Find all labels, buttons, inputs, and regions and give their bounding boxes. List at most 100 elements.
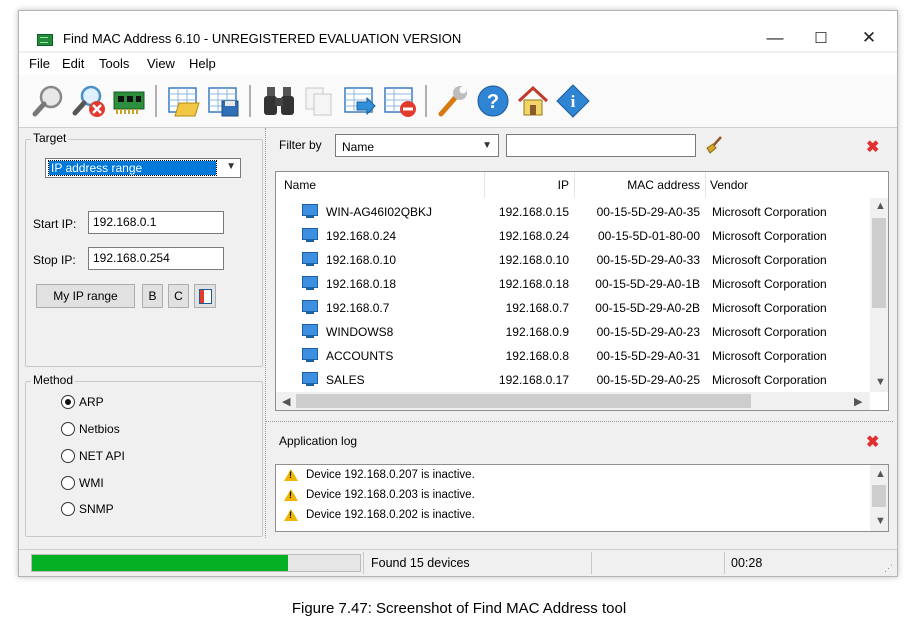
scroll-up-icon[interactable]: ▲ [875, 200, 886, 212]
filter-field-select[interactable]: Name ▼ [335, 134, 499, 157]
radio-icon [61, 502, 75, 516]
class-c-button[interactable]: C [168, 284, 189, 308]
scroll-right-icon[interactable]: ▶ [854, 395, 862, 408]
save-file-icon[interactable] [205, 83, 241, 119]
computer-icon [302, 372, 318, 386]
cell-ip: 192.168.0.18 [498, 277, 569, 291]
scroll-down-icon[interactable]: ▼ [875, 376, 886, 388]
table-row[interactable]: 192.168.0.18 192.168.0.18 00-15-5D-29-A0… [276, 272, 870, 296]
table-row[interactable]: 192.168.0.7 192.168.0.7 00-15-5D-29-A0-2… [276, 296, 870, 320]
custom-range-button[interactable] [194, 284, 216, 308]
menu-tools[interactable]: Tools [99, 56, 129, 71]
column-divider[interactable] [705, 172, 706, 198]
minimize-button[interactable]: — [755, 25, 795, 51]
class-b-button[interactable]: B [142, 284, 163, 308]
log-title: Application log [279, 434, 358, 448]
chevron-down-icon: ▼ [226, 161, 236, 172]
close-button[interactable]: ✕ [849, 25, 889, 51]
range-icon [198, 288, 212, 304]
device-list-vscrollbar[interactable]: ▲ ▼ [870, 198, 888, 392]
column-divider[interactable] [574, 172, 575, 198]
menu-file[interactable]: File [29, 56, 50, 71]
list-header: Name IP MAC address Vendor [276, 172, 888, 198]
table-row[interactable]: WINDOWS8 192.168.0.9 00-15-5D-29-A0-23 M… [276, 320, 870, 344]
column-name[interactable]: Name [284, 178, 316, 192]
cell-ip: 192.168.0.8 [505, 349, 569, 363]
my-ip-range-button[interactable]: My IP range [36, 284, 135, 308]
cell-vendor: Microsoft Corporation [712, 325, 827, 339]
menu-help[interactable]: Help [189, 56, 216, 71]
target-type-select[interactable]: IP address range ▼ [45, 158, 241, 178]
radio-selected-icon [61, 395, 75, 409]
table-row[interactable]: 192.168.0.24 192.168.0.24 00-15-5D-01-80… [276, 224, 870, 248]
delete-list-icon[interactable] [381, 83, 417, 119]
cell-mac: 00-15-5D-29-A0-1B [595, 277, 700, 291]
close-filter-icon[interactable]: ✖ [866, 137, 879, 157]
cell-name: 192.168.0.7 [326, 301, 390, 315]
home-icon[interactable] [515, 83, 551, 119]
menu-edit[interactable]: Edit [62, 56, 84, 71]
target-legend: Target [31, 131, 69, 145]
broom-icon[interactable] [704, 135, 724, 155]
cell-mac: 00-15-5D-29-A0-35 [596, 205, 700, 219]
scroll-left-icon[interactable]: ◀ [282, 395, 290, 408]
resize-grip-icon[interactable]: ⋰ [884, 563, 893, 574]
scroll-thumb[interactable] [872, 218, 886, 308]
device-list-hscrollbar[interactable]: ◀ ▶ [276, 392, 870, 410]
stop-find-icon[interactable] [71, 83, 107, 119]
method-arp-radio[interactable]: ARP [61, 395, 104, 409]
export-icon[interactable] [341, 83, 377, 119]
scroll-down-icon[interactable]: ▼ [875, 515, 886, 527]
toolbar-separator [425, 85, 427, 117]
cell-vendor: Microsoft Corporation [712, 277, 827, 291]
table-row[interactable]: 192.168.0.10 192.168.0.10 00-15-5D-29-A0… [276, 248, 870, 272]
filter-text-input[interactable] [506, 134, 696, 157]
menu-view[interactable]: View [147, 56, 175, 71]
binoculars-icon[interactable] [261, 83, 297, 119]
maximize-button[interactable]: ☐ [801, 25, 841, 51]
warning-icon [284, 509, 298, 521]
wrench-icon[interactable] [435, 83, 471, 119]
computer-icon [302, 348, 318, 362]
method-netbios-radio[interactable]: Netbios [61, 422, 120, 436]
log-vscrollbar[interactable]: ▲ ▼ [870, 465, 888, 531]
stop-ip-field[interactable]: 192.168.0.254 [88, 247, 224, 270]
scroll-thumb[interactable] [872, 485, 886, 507]
computer-icon [302, 204, 318, 218]
method-netapi-radio[interactable]: NET API [61, 449, 125, 463]
column-vendor[interactable]: Vendor [710, 178, 748, 192]
cell-mac: 00-15-5D-29-A0-23 [596, 325, 700, 339]
splitter-vertical[interactable] [265, 128, 266, 538]
elapsed-time: 00:28 [731, 556, 763, 570]
application-log[interactable]: Device 192.168.0.207 is inactive. Device… [275, 464, 889, 532]
table-row[interactable]: ACCOUNTS 192.168.0.8 00-15-5D-29-A0-31 M… [276, 344, 870, 368]
method-arp-label: ARP [79, 395, 104, 409]
copy-icon[interactable] [301, 83, 337, 119]
help-icon[interactable]: ? [475, 83, 511, 119]
column-ip[interactable]: IP [485, 178, 569, 192]
info-icon[interactable]: i [555, 83, 591, 119]
open-file-icon[interactable] [165, 83, 201, 119]
network-card-icon[interactable] [111, 83, 147, 119]
cell-mac: 00-15-5D-29-A0-25 [596, 373, 700, 387]
scroll-up-icon[interactable]: ▲ [875, 468, 886, 480]
device-list[interactable]: Name IP MAC address Vendor WIN-AG46I02QB… [275, 171, 889, 411]
status-divider [724, 552, 725, 574]
method-snmp-radio[interactable]: SNMP [61, 502, 114, 516]
start-ip-field[interactable]: 192.168.0.1 [88, 211, 224, 234]
method-wmi-radio[interactable]: WMI [61, 476, 104, 490]
start-ip-label: Start IP: [33, 217, 77, 231]
scroll-thumb[interactable] [296, 394, 751, 408]
cell-mac: 00-15-5D-29-A0-2B [595, 301, 700, 315]
cell-ip: 192.168.0.24 [498, 229, 569, 243]
figure-caption: Figure 7.47: Screenshot of Find MAC Addr… [291, 600, 627, 617]
devices-found-status: Found 15 devices [371, 556, 470, 570]
cell-mac: 00-15-5D-29-A0-31 [596, 349, 700, 363]
find-icon[interactable] [31, 83, 67, 119]
table-row[interactable]: WIN-AG46I02QBKJ 192.168.0.15 00-15-5D-29… [276, 200, 870, 224]
close-log-icon[interactable]: ✖ [866, 432, 879, 452]
column-mac[interactable]: MAC address [576, 178, 700, 192]
cell-name: WIN-AG46I02QBKJ [326, 205, 433, 219]
table-row[interactable]: SALES 192.168.0.17 00-15-5D-29-A0-25 Mic… [276, 368, 870, 392]
splitter-horizontal[interactable] [265, 421, 893, 422]
